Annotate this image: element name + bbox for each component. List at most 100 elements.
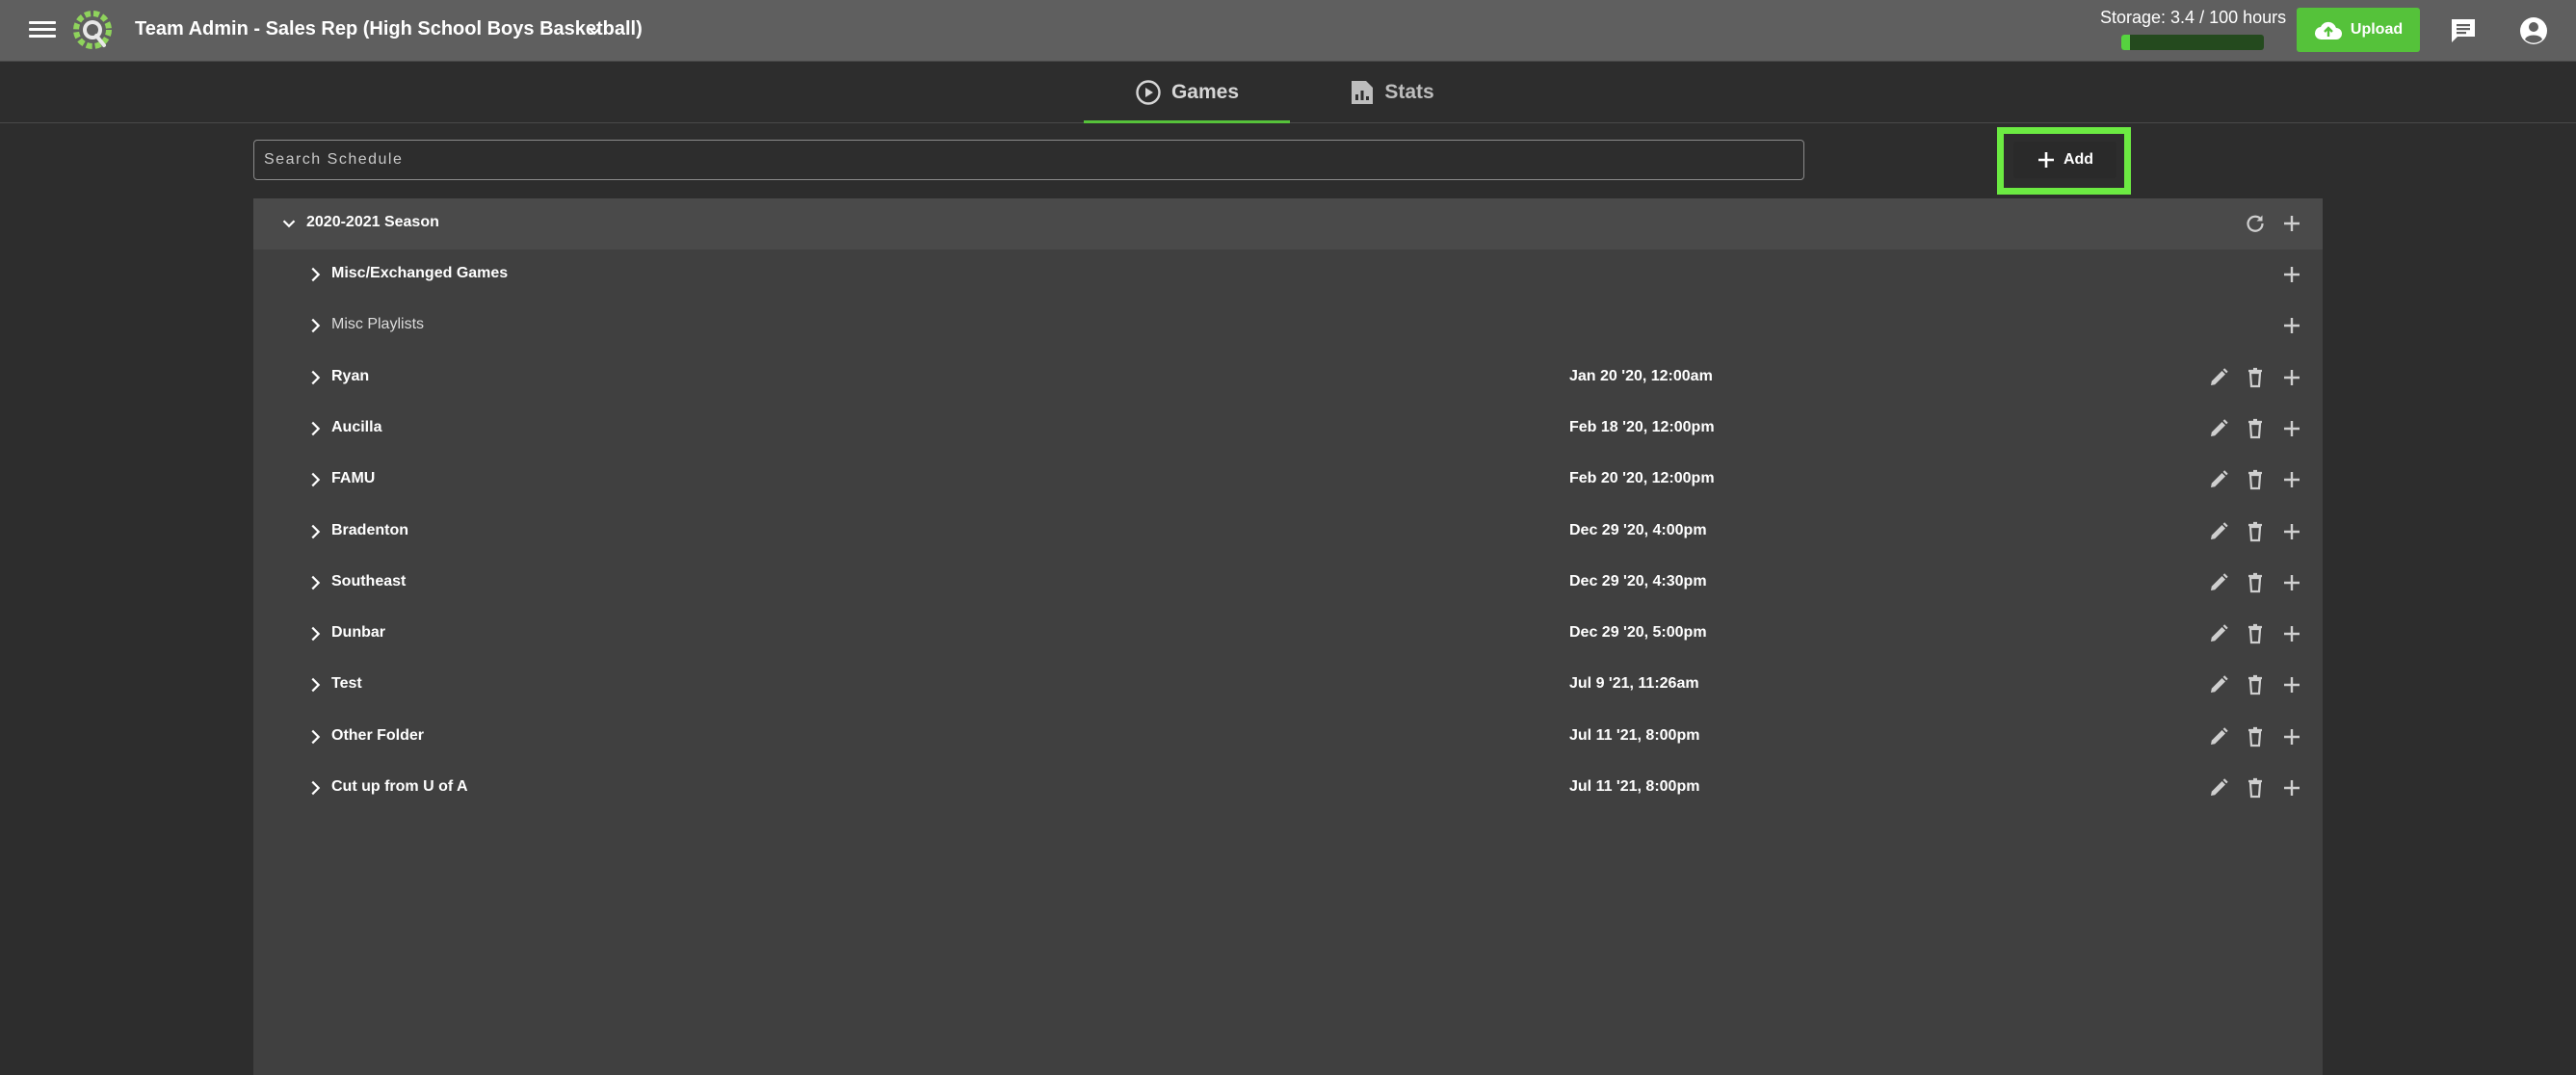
delete-icon[interactable] <box>2244 622 2267 645</box>
row-date: Jul 9 '21, 11:26am <box>1569 675 1699 693</box>
chevron-right-icon[interactable] <box>304 469 326 490</box>
cloud-upload-icon <box>2314 21 2342 40</box>
plus-icon[interactable] <box>2280 520 2303 543</box>
game-row[interactable]: Cut up from U of A Jul 11 '21, 8:00pm <box>253 763 2323 814</box>
row-date: Dec 29 '20, 5:00pm <box>1569 624 1707 642</box>
refresh-icon[interactable] <box>2244 212 2267 235</box>
plus-icon[interactable] <box>2280 725 2303 748</box>
play-circle-icon <box>1136 79 1161 105</box>
folder-row[interactable]: Misc/Exchanged Games <box>253 249 2323 301</box>
plus-icon <box>2037 152 2054 168</box>
row-label: Ryan <box>331 367 370 384</box>
edit-icon[interactable] <box>2207 571 2230 594</box>
edit-icon[interactable] <box>2207 417 2230 440</box>
delete-icon[interactable] <box>2244 571 2267 594</box>
plus-icon[interactable] <box>2280 776 2303 800</box>
edit-icon[interactable] <box>2207 776 2230 800</box>
storage-progress-fill <box>2121 35 2130 50</box>
row-label: FAMU <box>331 470 376 487</box>
tab-stats[interactable]: Stats <box>1329 62 1455 122</box>
chevron-right-icon[interactable] <box>304 623 326 644</box>
delete-icon[interactable] <box>2244 468 2267 491</box>
chevron-right-icon[interactable] <box>304 572 326 593</box>
row-label: Other Folder <box>331 726 425 744</box>
row-label: Dunbar <box>331 624 385 642</box>
account-circle-icon[interactable] <box>2518 15 2549 46</box>
row-date: Feb 18 '20, 12:00pm <box>1569 418 1715 435</box>
row-label: Test <box>331 675 362 693</box>
plus-icon[interactable] <box>2280 417 2303 440</box>
game-row[interactable]: Bradenton Dec 29 '20, 4:00pm <box>253 507 2323 558</box>
plus-icon[interactable] <box>2280 673 2303 696</box>
plus-icon[interactable] <box>2280 314 2303 337</box>
chevron-right-icon[interactable] <box>304 315 326 336</box>
edit-icon[interactable] <box>2207 673 2230 696</box>
delete-icon[interactable] <box>2244 366 2267 389</box>
plus-icon[interactable] <box>2280 571 2303 594</box>
row-date: Jul 11 '21, 8:00pm <box>1569 726 1700 744</box>
tab-stats-label: Stats <box>1384 80 1434 103</box>
delete-icon[interactable] <box>2244 520 2267 543</box>
row-label: Misc Playlists <box>331 316 425 333</box>
chat-icon[interactable] <box>2449 17 2478 44</box>
add-button[interactable]: Add <box>2013 142 2116 178</box>
folder-row[interactable]: Misc Playlists <box>253 301 2323 352</box>
tab-games-label: Games <box>1170 80 1240 103</box>
top-bar: Team Admin - Sales Rep (High School Boys… <box>0 0 2576 62</box>
stats-sheet-icon <box>1352 80 1374 104</box>
menu-icon[interactable] <box>29 17 56 44</box>
search-input[interactable] <box>253 140 1804 180</box>
chevron-right-icon[interactable] <box>304 367 326 388</box>
edit-icon[interactable] <box>2207 366 2230 389</box>
row-label: Bradenton <box>331 521 408 538</box>
row-label: Southeast <box>331 572 407 590</box>
app-logo[interactable] <box>71 9 114 51</box>
delete-icon[interactable] <box>2244 776 2267 800</box>
row-label: Aucilla <box>331 418 382 435</box>
game-row[interactable]: FAMU Feb 20 '20, 12:00pm <box>253 455 2323 506</box>
plus-icon[interactable] <box>2280 263 2303 286</box>
row-label: Misc/Exchanged Games <box>331 265 509 281</box>
chevron-right-icon[interactable] <box>304 521 326 542</box>
edit-icon[interactable] <box>2207 725 2230 748</box>
row-label: Cut up from U of A <box>331 778 468 795</box>
team-selector[interactable]: Team Admin - Sales Rep (High School Boys… <box>135 18 643 40</box>
chevron-right-icon[interactable] <box>304 264 326 285</box>
tab-games[interactable]: Games <box>1084 62 1290 123</box>
plus-icon[interactable] <box>2280 468 2303 491</box>
chevron-right-icon[interactable] <box>304 726 326 747</box>
chevron-right-icon[interactable] <box>304 777 326 799</box>
edit-icon[interactable] <box>2207 622 2230 645</box>
game-row[interactable]: Aucilla Feb 18 '20, 12:00pm <box>253 404 2323 455</box>
chevron-down-icon[interactable] <box>278 213 300 234</box>
row-date: Jan 20 '20, 12:00am <box>1569 367 1713 384</box>
plus-icon[interactable] <box>2280 622 2303 645</box>
chevron-right-icon[interactable] <box>304 418 326 439</box>
schedule-list: 2020-2021 Season Misc/Exchanged Games Mis… <box>253 198 2323 1075</box>
upload-button[interactable]: Upload <box>2297 8 2420 52</box>
add-button-label: Add <box>2063 151 2094 168</box>
tab-bar: Games Stats <box>0 62 2576 123</box>
delete-icon[interactable] <box>2244 673 2267 696</box>
game-row[interactable]: Other Folder Jul 11 '21, 8:00pm <box>253 712 2323 763</box>
delete-icon[interactable] <box>2244 417 2267 440</box>
edit-icon[interactable] <box>2207 468 2230 491</box>
chevron-right-icon[interactable] <box>304 674 326 695</box>
upload-label: Upload <box>2350 21 2404 38</box>
row-date: Dec 29 '20, 4:00pm <box>1569 521 1707 538</box>
plus-icon[interactable] <box>2280 366 2303 389</box>
chevron-down-icon[interactable] <box>584 20 605 41</box>
game-row[interactable]: Dunbar Dec 29 '20, 5:00pm <box>253 609 2323 660</box>
storage-progress-bar <box>2121 35 2264 50</box>
game-row[interactable]: Ryan Jan 20 '20, 12:00am <box>253 353 2323 404</box>
storage-label: Storage: 3.4 / 100 hours <box>2100 8 2287 27</box>
season-row[interactable]: 2020-2021 Season <box>253 198 2323 249</box>
delete-icon[interactable] <box>2244 725 2267 748</box>
game-row[interactable]: Southeast Dec 29 '20, 4:30pm <box>253 558 2323 609</box>
edit-icon[interactable] <box>2207 520 2230 543</box>
row-date: Jul 11 '21, 8:00pm <box>1569 778 1700 795</box>
game-row[interactable]: Test Jul 9 '21, 11:26am <box>253 660 2323 711</box>
row-date: Feb 20 '20, 12:00pm <box>1569 470 1715 487</box>
season-label: 2020-2021 Season <box>306 214 439 230</box>
plus-icon[interactable] <box>2280 212 2303 235</box>
